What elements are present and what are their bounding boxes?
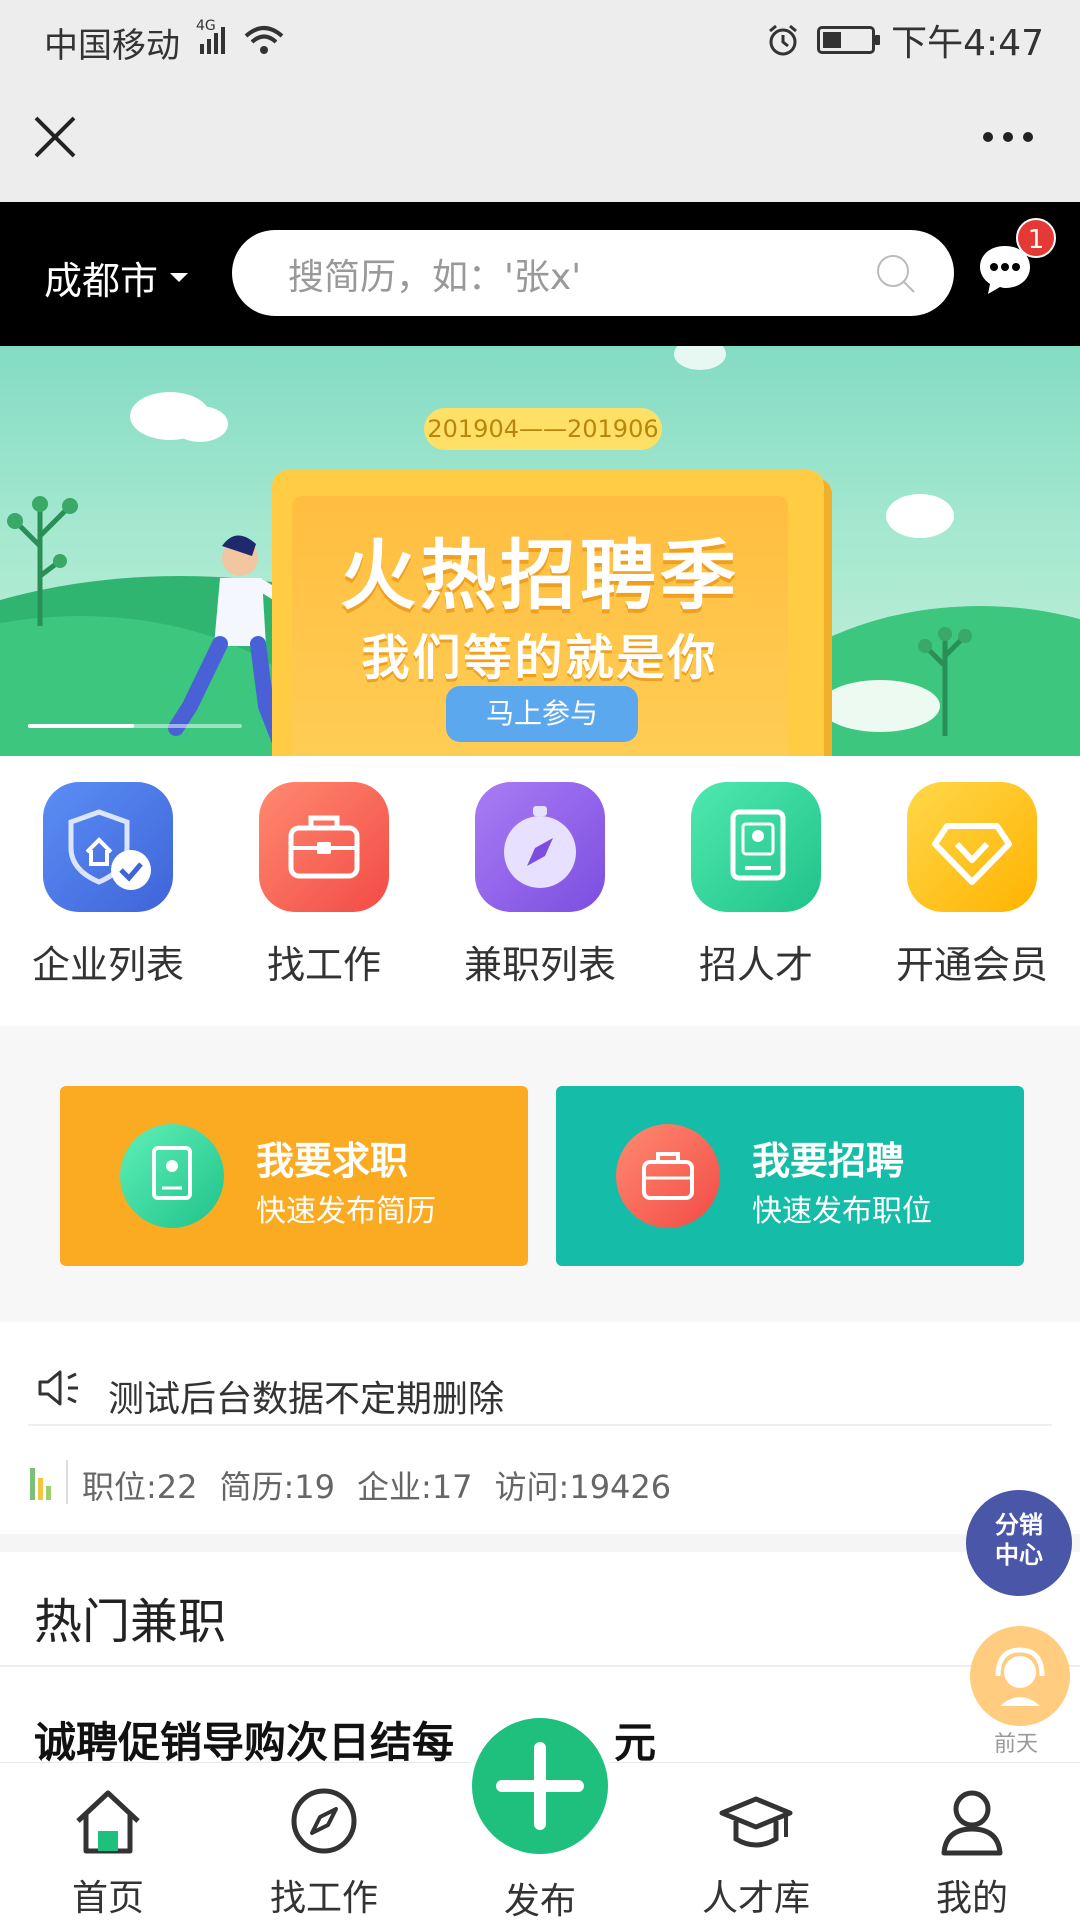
tab-home-label: 首页	[71, 1878, 144, 1919]
diamond-icon	[907, 782, 1037, 912]
clock-time: 下午4:47	[891, 23, 1044, 64]
quick-item-find-job[interactable]: 找工作	[216, 782, 432, 989]
banner-subtitle: 我们等的就是你	[361, 630, 719, 686]
city-selector[interactable]: 成都市	[44, 250, 189, 305]
search-icon[interactable]	[874, 252, 918, 296]
speaker-icon	[38, 1370, 78, 1406]
distribution-label-1: 分销	[995, 1511, 1043, 1539]
promo-banner[interactable]: 201904——201906 火热招聘季 我们等的就是你 马上参与	[0, 346, 1080, 756]
resume-icon	[120, 1124, 224, 1228]
search-header: 成都市 搜简历，如：'张x' 1	[0, 202, 1080, 346]
quick-label-part-time: 兼职列表	[463, 943, 616, 987]
quick-item-companies[interactable]: 企业列表	[0, 782, 216, 989]
hire-card[interactable]: 我要招聘 快速发布职位	[556, 1086, 1024, 1266]
city-label: 成都市	[44, 259, 159, 303]
quick-label-find-job: 找工作	[266, 943, 381, 987]
compass-icon	[291, 1788, 357, 1854]
site-stats: 职位:22 简历:19 企业:17 访问:19426	[82, 1462, 671, 1508]
notice-text: 测试后台数据不定期删除	[108, 1379, 505, 1420]
alarm-icon	[769, 24, 798, 56]
app-screen: 中国移动 4G 下午4:47 成都市 搜简历，如：'张x' 1 201904——…	[0, 0, 1080, 1920]
banner-title: 火热招聘季	[340, 531, 740, 620]
shield-company-icon	[43, 782, 173, 912]
status-bar: 中国移动 4G 下午4:47	[0, 0, 1080, 76]
action-cards: 我要求职 快速发布简历 我要招聘 快速发布职位	[0, 1026, 1080, 1322]
quick-item-part-time[interactable]: 兼职列表	[432, 782, 648, 989]
headset-icon	[995, 1647, 1045, 1706]
seek-job-subtitle: 快速发布简历	[256, 1194, 436, 1229]
stats-separator	[66, 1460, 68, 1504]
status-right: 下午4:47	[765, 14, 1044, 66]
distribution-label-2: 中心	[995, 1541, 1043, 1569]
battery-icon	[817, 26, 881, 54]
tab-talent[interactable]: 人才库	[648, 1781, 864, 1920]
tab-mine-label: 我的	[935, 1878, 1008, 1919]
resume-icon	[691, 782, 821, 912]
tab-talent-label: 人才库	[701, 1878, 810, 1919]
notice-divider	[28, 1424, 1052, 1426]
tab-mine[interactable]: 我的	[864, 1781, 1080, 1920]
quick-label-recruit: 招人才	[698, 943, 813, 987]
search-placeholder: 搜简历，如：'张x'	[288, 257, 582, 298]
hire-subtitle: 快速发布职位	[752, 1194, 932, 1229]
home-icon	[76, 1790, 140, 1854]
quick-item-membership[interactable]: 开通会员	[864, 782, 1080, 989]
carousel-indicator	[28, 724, 242, 728]
stat-jobs: 职位:22	[82, 1468, 198, 1506]
hot-parttime-heading: 热门兼职	[34, 1594, 227, 1650]
notice-panel: 测试后台数据不定期删除 职位:22 简历:19 企业:17 访问:19426	[0, 1322, 1080, 1534]
stat-resumes: 简历:19	[219, 1468, 336, 1506]
resume-search-input[interactable]: 搜简历，如：'张x'	[232, 230, 954, 316]
more-options-icon[interactable]	[980, 128, 1036, 146]
tab-find-job[interactable]: 找工作	[216, 1781, 432, 1920]
briefcase-icon	[616, 1124, 720, 1228]
graduation-cap-icon	[719, 1796, 793, 1848]
tab-publish-label: 发布	[503, 1881, 576, 1920]
compass-icon	[475, 782, 605, 912]
bar-chart-icon	[30, 1468, 51, 1500]
network-type-label: 4G	[196, 18, 216, 34]
message-count-badge: 1	[1016, 218, 1056, 258]
close-icon[interactable]	[32, 114, 78, 160]
hot-parttime-section: 热门兼职	[0, 1552, 1080, 1672]
carrier-label: 中国移动	[44, 26, 180, 66]
caret-down-icon	[170, 273, 189, 282]
distribution-center-button[interactable]: 分销 中心	[966, 1490, 1072, 1596]
user-icon	[941, 1790, 1003, 1856]
banner-date-range: 201904——201906	[424, 408, 662, 450]
publish-button[interactable]	[466, 1712, 614, 1860]
briefcase-icon	[259, 782, 389, 912]
tab-home[interactable]: 首页	[0, 1781, 216, 1920]
hire-title: 我要招聘	[752, 1139, 905, 1183]
plus-icon	[496, 1742, 584, 1830]
quick-label-companies: 企业列表	[31, 943, 184, 987]
quick-label-membership: 开通会员	[895, 943, 1048, 987]
seek-job-card[interactable]: 我要求职 快速发布简历	[60, 1086, 528, 1266]
signal-wifi-icon: 4G	[196, 18, 284, 54]
customer-service-button[interactable]	[970, 1626, 1070, 1726]
stat-visits: 访问:19426	[494, 1468, 672, 1506]
quick-item-recruit[interactable]: 招人才	[648, 782, 864, 989]
tab-find-job-label: 找工作	[269, 1878, 378, 1919]
service-time-label: 前天	[994, 1732, 1039, 1757]
stat-companies: 企业:17	[357, 1468, 473, 1506]
seek-job-title: 我要求职	[256, 1139, 409, 1183]
mini-program-navbar	[0, 76, 1080, 202]
join-now-button[interactable]: 马上参与	[446, 686, 638, 742]
quick-menu: 企业列表 找工作 兼职列表 招人才 开通会员	[0, 756, 1080, 1026]
